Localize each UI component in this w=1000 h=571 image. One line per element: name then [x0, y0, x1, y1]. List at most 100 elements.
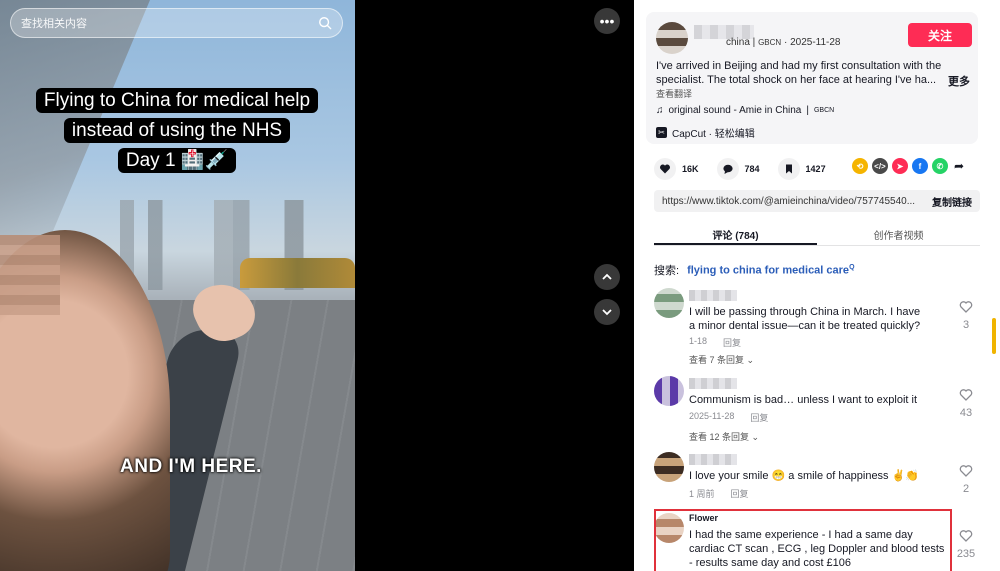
comment-item: Communism is bad… unless I want to explo… [654, 376, 974, 446]
chevron-up-icon [602, 273, 612, 280]
video-player[interactable]: 查找相关内容 Flying to China for medical help … [0, 0, 355, 571]
commenter-name-pixelated[interactable] [689, 290, 737, 301]
search-icon-small: Q [849, 264, 855, 272]
search-input[interactable]: 查找相关内容 [21, 15, 318, 31]
details-panel: china | GBCN · 2025-11-28 关注 I've arrive… [634, 0, 1000, 571]
scrollbar[interactable] [992, 318, 996, 354]
author-tag: GBCN [758, 38, 782, 47]
commenter-name-pixelated[interactable] [689, 378, 737, 389]
post-description: I've arrived in Beijing and had my first… [656, 60, 942, 86]
commenter-name-pixelated[interactable] [689, 454, 737, 465]
sound-title: original sound - Amie in China [668, 105, 802, 116]
sound-tag: GBCN [813, 107, 835, 114]
comment-icon [716, 158, 739, 180]
reply-button[interactable]: 回复 [731, 487, 749, 500]
comment-tabs: 评论 (784) 创作者视频 [654, 222, 980, 246]
author-avatar[interactable] [656, 22, 688, 54]
comment-like-count: 3 [962, 319, 970, 331]
heart-outline-icon [959, 465, 973, 477]
reply-button[interactable]: 回复 [750, 411, 768, 424]
comment-like-count: 235 [956, 548, 976, 560]
video-background-trees [240, 258, 355, 288]
tab-creator-videos[interactable]: 创作者视频 [817, 222, 980, 245]
comment-item: I love your smile 😁 a smile of happiness… [654, 452, 974, 502]
ellipsis-icon: ••• [599, 13, 615, 29]
comment-meta: 1-18 回复 [689, 336, 741, 349]
like-action[interactable]: 16K [654, 158, 699, 180]
comment-date: 1-18 [689, 336, 708, 346]
save-count: 1427 [805, 164, 826, 174]
comment-count: 784 [744, 164, 760, 174]
related-search-keyword[interactable]: flying to china for medical careQ [687, 264, 854, 277]
post-info-card: china | GBCN · 2025-11-28 关注 I've arrive… [646, 12, 978, 144]
caption-line-2: instead of using the NHS [63, 118, 291, 143]
sound-link[interactable]: ♫ original sound - Amie in China | GBCN [656, 105, 834, 116]
comment-like-button[interactable]: 43 [954, 388, 978, 419]
previous-video-button[interactable] [594, 264, 620, 290]
comment-date: 1 周前 [689, 489, 715, 499]
action-bar: 16K 784 1427 ⟲ </> ➤ f ✆ ➦ [654, 158, 984, 180]
chevron-down-icon: ⌄ [751, 432, 760, 442]
app-root: 查找相关内容 Flying to China for medical help … [0, 0, 1000, 571]
comment-action[interactable]: 784 [716, 158, 760, 180]
commenter-avatar[interactable] [654, 376, 684, 406]
view-replies-button[interactable]: 查看 7 条回复 ⌄ [689, 353, 754, 366]
comment-text: Communism is bad… unless I want to explo… [689, 394, 918, 406]
author-suffix: china [726, 37, 750, 48]
more-link[interactable]: 更多 [948, 73, 970, 89]
video-link-box: https://www.tiktok.com/@amieinchina/vide… [654, 190, 980, 212]
next-video-button[interactable] [594, 299, 620, 325]
heart-outline-icon [959, 301, 973, 313]
translate-link[interactable]: 查看翻译 [656, 87, 692, 100]
bookmark-icon [777, 158, 800, 180]
follow-button[interactable]: 关注 [908, 23, 972, 47]
save-action[interactable]: 1427 [777, 158, 826, 180]
facebook-icon[interactable]: f [911, 158, 928, 174]
commenter-avatar[interactable] [654, 288, 684, 318]
chevron-down-icon: ⌄ [746, 355, 755, 365]
reply-button[interactable]: 回复 [723, 336, 741, 349]
view-replies-button[interactable]: 查看 12 条回复 ⌄ [689, 430, 759, 443]
comment-text: I will be passing through China in March… [689, 306, 921, 332]
post-meta: china | GBCN · 2025-11-28 [726, 37, 841, 48]
embed-code-icon[interactable]: </> [871, 158, 888, 174]
share-arrow-icon[interactable]: ➦ [954, 159, 964, 173]
repost-icon[interactable]: ⟲ [851, 158, 868, 174]
post-date: 2025-11-28 [790, 37, 841, 48]
highlight-annotation-box [654, 509, 952, 571]
caption-line-1: Flying to China for medical help [35, 88, 319, 113]
comment-item: I will be passing through China in March… [654, 288, 974, 368]
comment-like-button[interactable]: 235 [954, 529, 978, 560]
comment-date: 2025-11-28 [689, 411, 735, 421]
more-options-button[interactable]: ••• [594, 8, 620, 34]
search-icon[interactable] [318, 16, 332, 30]
comment-meta: 2025-11-28 回复 [689, 411, 768, 424]
comment-like-button[interactable]: 3 [954, 300, 978, 331]
comment-text: I love your smile 😁 a smile of happiness… [689, 470, 920, 482]
heart-outline-icon [959, 530, 973, 542]
comment-like-count: 43 [959, 407, 973, 419]
search-bar[interactable]: 查找相关内容 [10, 8, 343, 38]
send-icon[interactable]: ➤ [891, 158, 908, 174]
video-url: https://www.tiktok.com/@amieinchina/vide… [662, 195, 916, 207]
video-caption: Flying to China for medical help instead… [18, 86, 336, 176]
capcut-label: CapCut · 轻松编辑 [672, 129, 755, 140]
like-count: 16K [682, 164, 699, 174]
related-search-label: 搜索: [654, 265, 680, 277]
caption-line-3: Day 1 🏥💉 [117, 148, 237, 173]
heart-outline-icon [959, 389, 973, 401]
video-subtitle: AND I'M HERE. [120, 456, 262, 477]
heart-icon [654, 158, 676, 180]
tab-comments[interactable]: 评论 (784) [654, 222, 817, 245]
music-note-icon: ♫ [656, 105, 664, 116]
whatsapp-icon[interactable]: ✆ [931, 158, 948, 174]
copy-link-button[interactable]: 复制链接 [932, 194, 972, 209]
capcut-icon: ✂ [656, 127, 667, 138]
share-icons: ⟲ </> ➤ f ✆ ➦ [851, 158, 964, 174]
comment-like-button[interactable]: 2 [954, 464, 978, 495]
related-search: 搜索: flying to china for medical careQ [654, 262, 855, 278]
comment-meta: 1 周前 回复 [689, 487, 749, 500]
capcut-link[interactable]: ✂ CapCut · 轻松编辑 [656, 125, 755, 140]
commenter-avatar[interactable] [654, 452, 684, 482]
chevron-down-icon [602, 309, 612, 316]
